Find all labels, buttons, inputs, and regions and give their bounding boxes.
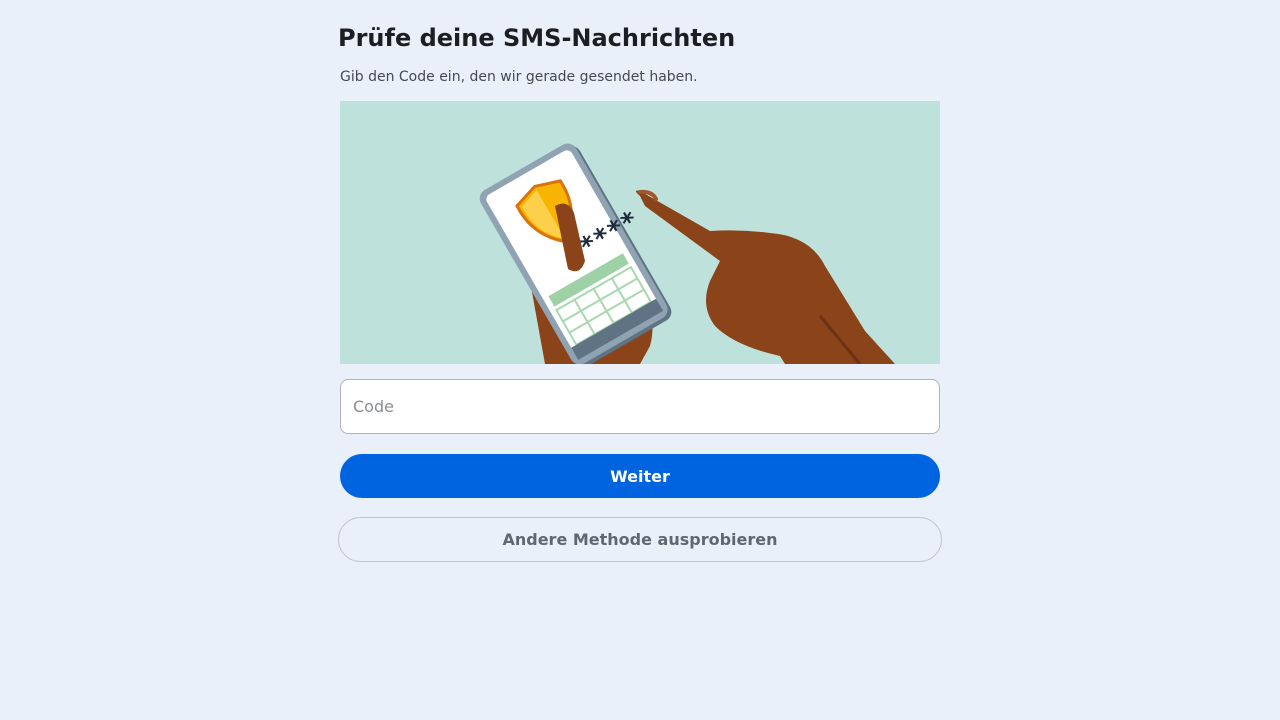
page-title: Prüfe deine SMS-Nachrichten (338, 24, 736, 52)
page-subtitle: Gib den Code ein, den wir gerade gesende… (340, 69, 698, 85)
continue-button[interactable]: Weiter (340, 454, 940, 498)
code-input[interactable] (340, 379, 940, 434)
right-hand-shape (636, 190, 895, 364)
hands-phone-shield-icon: **** (479, 143, 895, 364)
try-another-method-button[interactable]: Andere Methode ausprobieren (338, 517, 942, 562)
phone-hands-illustration: **** (340, 101, 940, 364)
